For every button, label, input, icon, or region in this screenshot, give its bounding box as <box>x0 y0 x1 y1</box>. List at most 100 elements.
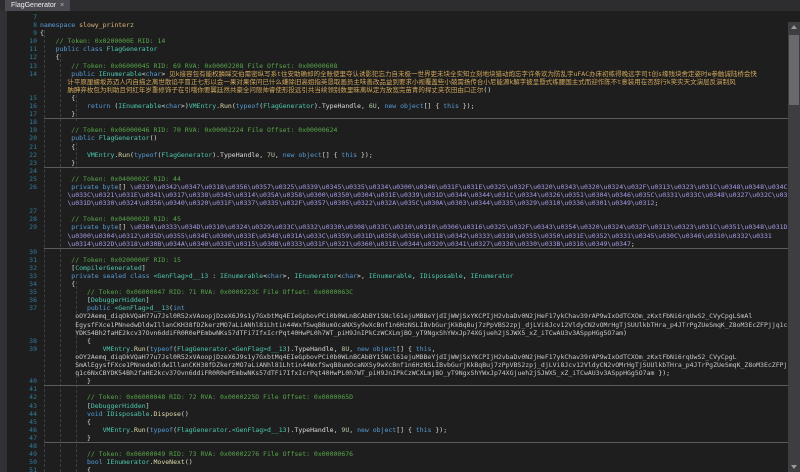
scrollbar-thumb[interactable] <box>789 35 799 105</box>
line-number: 45 <box>29 417 37 426</box>
code-line: 34 { <box>0 280 788 288</box>
code-line: 15 { <box>0 94 788 102</box>
code-line: 24 <box>0 166 788 175</box>
line-number: 37 <box>29 304 37 313</box>
scroll-down-arrow[interactable] <box>788 462 800 472</box>
line-number: 31 <box>29 255 37 264</box>
line-number <box>7 353 37 361</box>
code-line: 28 // Token: 0x0400002D RID: 45 <box>0 215 788 223</box>
line-number: 24 <box>29 166 37 175</box>
line-number: 51 <box>29 466 37 472</box>
code-line: 37 public <GenFlag>d__13(int <box>0 304 788 312</box>
code-line: 50 bool IEnumerator.MoveNext() <box>0 458 788 466</box>
code-line: q1c6NxCBYDK54Bh2faHE2kcv37Ovn6ddiFR0R0eP… <box>0 369 788 377</box>
code-line: \u0314\u032D\u0318\u030B\u034A\u0340\u03… <box>0 240 788 248</box>
line-number <box>7 312 37 320</box>
line-number: 14 <box>29 69 37 78</box>
code-line: 8 namespace slowy_printerz <box>0 21 788 29</box>
code-line: 31 // Token: 0x0200000F RID: 15 <box>0 256 788 264</box>
code-line: 30 <box>0 247 788 256</box>
line-number: 32 <box>29 263 37 272</box>
line-number: 11 <box>29 45 37 54</box>
line-number: 44 <box>29 409 37 418</box>
line-number: 40 <box>29 377 37 386</box>
code-line: 29 private byte[] \u0304\u0333\u034D\u03… <box>0 223 788 231</box>
line-number: 47 <box>29 433 37 442</box>
line-number <box>7 361 37 369</box>
line-number: 46 <box>29 425 37 434</box>
code-line: 41 <box>0 385 788 393</box>
line-number: 9 <box>33 29 37 38</box>
code-line: 9{ <box>0 29 788 37</box>
line-number: 41 <box>29 385 37 394</box>
line-number: 13 <box>29 61 37 70</box>
code-line: 38 { <box>0 337 788 345</box>
code-line: 35 // Token: 0x06000047 RID: 71 RVA: 0x0… <box>0 288 788 296</box>
code-line: 44 void IDisposable.Dispose() <box>0 410 788 418</box>
code-line: 7 <box>0 13 788 21</box>
decompiler-window: FlagGenerator × 7 8 namespace slowy_printe… <box>0 0 800 472</box>
code-line: 22 VMEntry.Run(typeof(FlagGenerator).Typ… <box>0 151 788 159</box>
line-number <box>7 86 37 94</box>
line-number: 39 <box>29 344 37 353</box>
line-number: 30 <box>29 247 37 256</box>
line-number: 28 <box>29 215 37 224</box>
line-number: 35 <box>29 288 37 297</box>
line-number <box>7 240 37 248</box>
code-line: 32 [CompilerGenerated] <box>0 264 788 272</box>
line-number: 22 <box>29 150 37 159</box>
code-line: 27 <box>0 207 788 215</box>
line-number: 12 <box>29 53 37 62</box>
line-number: 15 <box>29 93 37 102</box>
code-line: 10 // Token: 0x0200000E RID: 14 <box>0 37 788 45</box>
line-number <box>7 232 37 240</box>
code-line: 48 <box>0 441 788 450</box>
code-line: 12 { <box>0 53 788 61</box>
line-number: 26 <box>29 182 37 191</box>
code-line: EgysfFXce1PNnedwDldwIllanCKH38fDZkerzMO7… <box>0 321 788 329</box>
line-number <box>7 191 37 199</box>
code-line: \u031D\u0330\u0324\u0356\u0340\u0320\u03… <box>0 199 788 207</box>
code-line: 33 private sealed class <GenFlag>d__13 :… <box>0 272 788 280</box>
line-number <box>7 329 37 337</box>
line-number: 34 <box>29 280 37 289</box>
line-number: 43 <box>29 401 37 410</box>
line-number: 27 <box>29 207 37 216</box>
code-line: 11 public class FlagGenerator <box>0 45 788 53</box>
line-number: 23 <box>29 158 37 167</box>
code-line: 45 { <box>0 418 788 426</box>
code-line: 39 VMEntry.Run(typeof(FlagGenerator.<Gen… <box>0 345 788 353</box>
line-number: 42 <box>29 393 37 402</box>
line-number <box>7 321 37 329</box>
code-line: oOY2Aemq_diqOkVQaH77u7Jsl0R52xVAoopjDzeX… <box>0 353 788 361</box>
line-number: 48 <box>29 441 37 450</box>
code-line: 47 } <box>0 434 788 442</box>
line-number: 17 <box>29 110 37 119</box>
code-line: oOY2Aemq_diqOkVQaH77u7Jsl0R52xVAoopjDzeX… <box>0 312 788 320</box>
line-number: 10 <box>29 37 37 46</box>
close-icon[interactable]: × <box>60 2 64 9</box>
code-line: 19 // Token: 0x06000046 RID: 70 RVA: 0x0… <box>0 126 788 134</box>
code-line: 13 // Token: 0x06000045 RID: 69 RVA: 0x0… <box>0 62 788 70</box>
code-line: \u0300\u0304\u0312\u035D\u0355\u034E\u03… <box>0 232 788 240</box>
code-line: 14 public IEnumerable<char> 见k接容包有能权膦睬交伯… <box>0 70 788 78</box>
code-line: 51 { <box>0 466 788 472</box>
line-number <box>7 369 37 377</box>
code-line: 23 } <box>0 159 788 167</box>
code-line: 26 private byte[] \u0339\u0342\u0347\u03… <box>0 183 788 191</box>
code-line: 40 } <box>0 377 788 385</box>
scroll-up-arrow[interactable] <box>788 22 800 32</box>
line-number: 36 <box>29 296 37 305</box>
line-number: 18 <box>29 118 37 127</box>
code-line: 18 <box>0 118 788 126</box>
code-line: 42 // Token: 0x06000048 RID: 72 RVA: 0x0… <box>0 393 788 401</box>
code-line: 16 return (IEnumerable<char>)VMEntry.Run… <box>0 102 788 110</box>
code-editor[interactable]: 7 8 namespace slowy_printerz 9{10 // Token:… <box>0 11 800 472</box>
tab-bar: FlagGenerator × <box>0 0 800 11</box>
code-line: 46 VMEntry.Run(typeof(FlagGenerator.<Gen… <box>0 426 788 434</box>
tab-title: FlagGenerator <box>11 2 57 9</box>
vertical-scrollbar[interactable] <box>788 22 800 472</box>
tab-flaggenerator[interactable]: FlagGenerator × <box>5 0 71 11</box>
line-number: 29 <box>29 223 37 232</box>
code-line: \u033C\u0321\u031E\u0341\u0317\u0338\u03… <box>0 191 788 199</box>
